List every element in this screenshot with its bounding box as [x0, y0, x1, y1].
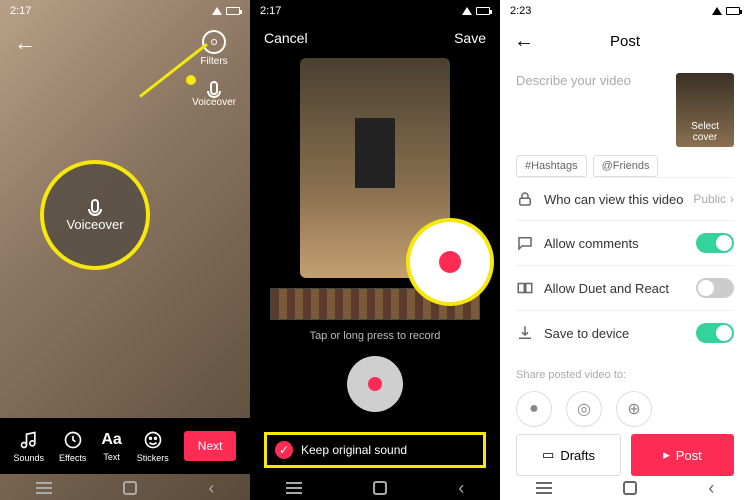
post-header: ← Post: [500, 22, 750, 61]
android-navbar: ‹: [250, 476, 500, 500]
comment-icon: [516, 234, 534, 252]
record-callout: [406, 218, 494, 306]
edit-toolbar: Sounds Effects AaText Stickers Next: [0, 418, 250, 474]
navback-icon[interactable]: ‹: [708, 478, 714, 499]
mic-icon: [91, 199, 99, 213]
effects-button[interactable]: Effects: [59, 430, 86, 463]
mic-icon: [210, 81, 218, 95]
duet-icon: [516, 279, 534, 297]
drafts-button[interactable]: ▭Drafts: [516, 434, 621, 476]
preview-subject: [355, 118, 395, 188]
post-screen: 2:23 ← Post Describe your video Select c…: [500, 0, 750, 500]
save-toggle[interactable]: [696, 323, 734, 343]
share-label: Share posted video to:: [516, 369, 734, 381]
comments-row[interactable]: Allow comments: [516, 220, 734, 265]
next-button[interactable]: Next: [184, 431, 237, 461]
share-messenger[interactable]: ●: [516, 391, 552, 427]
status-bar: 2:23: [500, 0, 750, 22]
lock-icon: [516, 190, 534, 208]
status-time: 2:23: [510, 5, 531, 17]
navback-icon[interactable]: ‹: [458, 478, 464, 499]
drafts-icon: ▭: [542, 447, 554, 463]
post-button[interactable]: ▸Post: [631, 434, 734, 476]
recents-icon[interactable]: [536, 482, 552, 494]
record-dot-icon: [368, 377, 382, 391]
back-button[interactable]: ←: [14, 30, 36, 108]
download-icon: [516, 324, 534, 342]
voiceover-button[interactable]: Voiceover: [192, 81, 236, 108]
android-navbar: ‹: [0, 476, 250, 500]
post-icon: ▸: [663, 447, 670, 463]
home-icon[interactable]: [623, 481, 637, 495]
home-icon[interactable]: [123, 481, 137, 495]
duet-toggle[interactable]: [696, 278, 734, 298]
edit-screen: 2:17 ← Filters Voiceover Voiceover: [0, 0, 250, 500]
recents-icon[interactable]: [36, 482, 52, 494]
battery-icon: [226, 7, 240, 15]
signal-icon: [462, 7, 472, 15]
page-title: Post: [610, 33, 640, 50]
home-icon[interactable]: [373, 481, 387, 495]
back-button[interactable]: ←: [514, 30, 534, 53]
comments-toggle[interactable]: [696, 233, 734, 253]
signal-icon: [212, 7, 222, 15]
voiceover-callout: Voiceover: [40, 160, 150, 270]
chevron-right-icon: ›: [730, 192, 734, 206]
keep-original-sound-toggle[interactable]: ✓ Keep original sound: [264, 432, 486, 468]
android-navbar: ‹: [500, 476, 750, 500]
battery-icon: [476, 7, 490, 15]
friends-chip[interactable]: @Friends: [593, 155, 659, 177]
record-button[interactable]: [347, 356, 403, 412]
cancel-button[interactable]: Cancel: [264, 30, 308, 46]
navback-icon[interactable]: ‹: [208, 478, 214, 499]
stickers-button[interactable]: Stickers: [137, 430, 169, 463]
share-instagram[interactable]: ◎: [566, 391, 602, 427]
voiceover-screen: 2:17 Cancel Save Tap or long press to re…: [250, 0, 500, 500]
text-button[interactable]: AaText: [101, 431, 121, 462]
save-row[interactable]: Save to device: [516, 310, 734, 355]
privacy-row[interactable]: Who can view this video Public›: [516, 177, 734, 220]
duet-row[interactable]: Allow Duet and React: [516, 265, 734, 310]
status-time: 2:17: [10, 5, 31, 17]
hashtags-chip[interactable]: #Hashtags: [516, 155, 587, 177]
filters-button[interactable]: Filters: [200, 30, 227, 67]
battery-icon: [726, 7, 740, 15]
share-more[interactable]: ⊕: [616, 391, 652, 427]
select-cover-button[interactable]: Select cover: [676, 73, 734, 147]
record-dot-icon: [439, 251, 461, 273]
sounds-button[interactable]: Sounds: [13, 430, 44, 463]
recents-icon[interactable]: [286, 482, 302, 494]
status-time: 2:17: [260, 5, 281, 17]
description-input[interactable]: Describe your video: [516, 73, 666, 129]
record-instruction: Tap or long press to record: [250, 330, 500, 342]
signal-icon: [712, 7, 722, 15]
save-button[interactable]: Save: [454, 30, 486, 46]
check-icon: ✓: [275, 441, 293, 459]
status-bar: 2:17: [0, 0, 250, 22]
status-bar: 2:17: [250, 0, 500, 22]
